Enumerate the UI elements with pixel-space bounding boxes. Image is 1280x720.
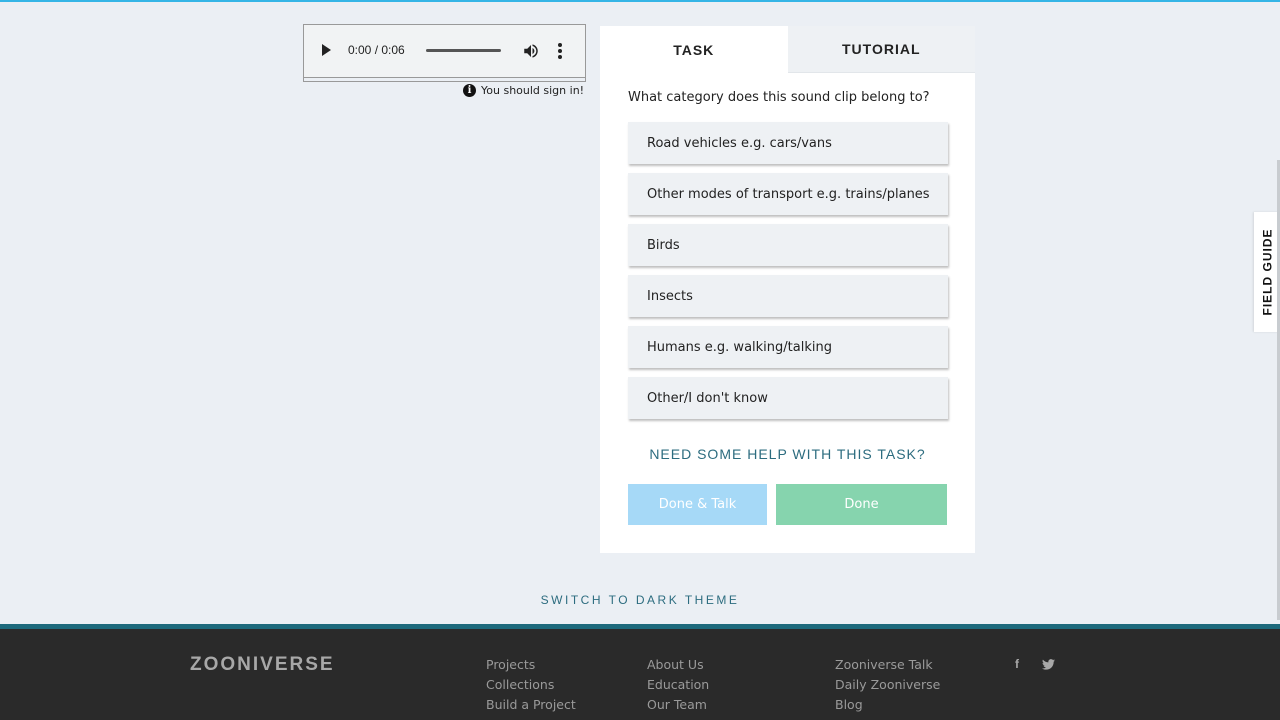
footer-column-3: Zooniverse Talk Daily Zooniverse Blog xyxy=(835,657,940,713)
twitter-icon[interactable] xyxy=(1042,659,1055,670)
answer-other-unknown[interactable]: Other/I don't know xyxy=(628,377,948,419)
field-guide-label: FIELD GUIDE xyxy=(1260,228,1275,316)
answer-label: Birds xyxy=(647,237,680,253)
facebook-icon[interactable]: f xyxy=(1015,657,1019,671)
done-button[interactable]: Done xyxy=(776,484,947,525)
task-question: What category does this sound clip belon… xyxy=(628,90,930,105)
help-link[interactable]: NEED SOME HELP WITH THIS TASK? xyxy=(600,446,975,462)
audio-controls: 0:00 / 0:06 xyxy=(304,25,585,77)
info-icon: i xyxy=(463,84,476,97)
sign-in-message: You should sign in! xyxy=(481,84,585,97)
done-and-talk-button[interactable]: Done & Talk xyxy=(628,484,767,525)
audio-progress-slider[interactable] xyxy=(426,49,501,52)
answer-label: Road vehicles e.g. cars/vans xyxy=(647,135,832,151)
audio-time: 0:00 / 0:06 xyxy=(348,43,405,57)
footer-column-2: About Us Education Our Team xyxy=(647,657,709,713)
footer-link-education[interactable]: Education xyxy=(647,677,709,693)
footer-link-build-project[interactable]: Build a Project xyxy=(486,697,576,713)
answer-label: Insects xyxy=(647,288,693,304)
task-panel: TASK TUTORIAL What category does this so… xyxy=(600,26,975,553)
more-options-icon[interactable] xyxy=(554,41,566,61)
footer-link-projects[interactable]: Projects xyxy=(486,657,576,673)
audio-player[interactable]: 0:00 / 0:06 xyxy=(303,24,586,82)
answer-birds[interactable]: Birds xyxy=(628,224,948,266)
answer-other-transport[interactable]: Other modes of transport e.g. trains/pla… xyxy=(628,173,948,215)
tab-tutorial[interactable]: TUTORIAL xyxy=(787,26,975,73)
volume-icon[interactable] xyxy=(522,42,540,60)
answer-road-vehicles[interactable]: Road vehicles e.g. cars/vans xyxy=(628,122,948,164)
answer-insects[interactable]: Insects xyxy=(628,275,948,317)
footer-link-blog[interactable]: Blog xyxy=(835,697,940,713)
footer-link-about-us[interactable]: About Us xyxy=(647,657,709,673)
player-bottom-edge xyxy=(304,77,585,81)
answer-label: Humans e.g. walking/talking xyxy=(647,339,832,355)
footer-link-talk[interactable]: Zooniverse Talk xyxy=(835,657,940,673)
answer-label: Other/I don't know xyxy=(647,390,768,406)
task-tabs: TASK TUTORIAL xyxy=(600,26,975,73)
footer-column-1: Projects Collections Build a Project xyxy=(486,657,576,713)
zooniverse-logo[interactable]: ZOONIVERSE xyxy=(190,654,335,676)
footer-link-daily[interactable]: Daily Zooniverse xyxy=(835,677,940,693)
footer: ZOONIVERSE Projects Collections Build a … xyxy=(0,629,1280,720)
sign-in-notice: i You should sign in! xyxy=(463,84,584,97)
answer-humans[interactable]: Humans e.g. walking/talking xyxy=(628,326,948,368)
answer-label: Other modes of transport e.g. trains/pla… xyxy=(647,186,930,202)
footer-link-collections[interactable]: Collections xyxy=(486,677,576,693)
top-accent-line xyxy=(0,0,1280,2)
switch-theme-link[interactable]: SWITCH TO DARK THEME xyxy=(0,593,1280,607)
tab-task[interactable]: TASK xyxy=(600,26,788,73)
play-icon[interactable] xyxy=(322,44,331,56)
footer-link-our-team[interactable]: Our Team xyxy=(647,697,709,713)
